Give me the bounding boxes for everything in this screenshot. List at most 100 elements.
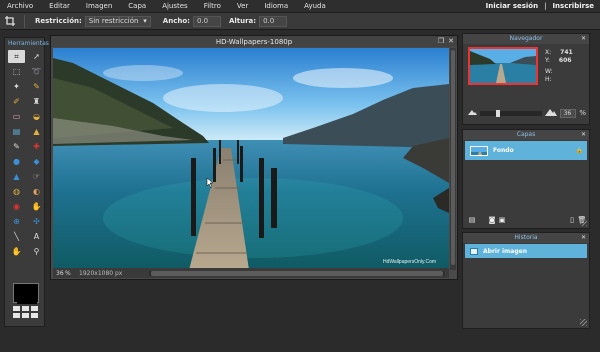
horizontal-scrollbar[interactable] xyxy=(149,270,445,276)
sharpen-icon[interactable]: ▲ xyxy=(8,170,25,183)
zoom-percent: % xyxy=(579,109,586,117)
zoom-input[interactable]: 36 xyxy=(559,108,577,118)
crop-tool-icon xyxy=(0,16,20,26)
smudge-icon[interactable]: ☞ xyxy=(28,170,45,183)
options-bar: Restricción: Sin restricción ▾ Ancho: 0.… xyxy=(0,13,600,30)
close-icon[interactable]: ✕ xyxy=(581,34,586,44)
menu-imagen[interactable]: Imagen xyxy=(78,2,120,10)
image-dimensions: 1920x1080 px xyxy=(79,269,123,277)
bloat-icon[interactable]: ⊕ xyxy=(8,215,25,228)
red-eye-icon[interactable]: ◉ xyxy=(8,200,25,213)
menu-ayuda[interactable]: Ayuda xyxy=(296,2,334,10)
layer-mask-icon[interactable]: ◙ xyxy=(487,215,497,224)
sponge-icon[interactable]: ◍ xyxy=(8,185,25,198)
cursor-coordinates: X: 741 Y: 606 W: H: xyxy=(545,49,573,84)
resize-handle-icon[interactable] xyxy=(580,219,587,226)
crop-icon[interactable]: ⌗ xyxy=(8,50,25,63)
zoom-unit: % xyxy=(65,269,71,277)
menu-archivo[interactable]: Archivo xyxy=(0,2,41,10)
new-folder-icon[interactable]: ▣ xyxy=(497,215,507,224)
history-title-text: Historia xyxy=(514,234,538,241)
navigator-thumbnail[interactable] xyxy=(468,47,538,85)
picker-icon[interactable]: ╲ xyxy=(8,230,25,243)
navigator-zoom: 36 % xyxy=(468,108,586,118)
marquee-icon[interactable]: ⬚ xyxy=(8,65,25,78)
height-field[interactable]: 0.0 xyxy=(259,15,288,27)
vertical-scrollbar[interactable] xyxy=(450,48,456,270)
menu-ajustes[interactable]: Ajustes xyxy=(154,2,196,10)
view-mode-icon[interactable] xyxy=(13,306,38,318)
spot-heal-icon[interactable]: ✚ xyxy=(28,140,45,153)
color-replace-icon[interactable]: ✎ xyxy=(8,140,25,153)
gradient-icon[interactable]: ▤ xyxy=(8,125,25,138)
move-icon[interactable]: ➚ xyxy=(28,50,45,63)
history-panel: Historia ✕ Abrir imagen xyxy=(462,232,590,329)
zoom-in-icon[interactable] xyxy=(544,108,557,118)
account-links: Iniciar sesión | Inscribirse xyxy=(486,2,600,10)
layer-item[interactable]: Fondo 🔒 xyxy=(465,141,587,160)
height-label: Altura: xyxy=(228,17,257,25)
menu-capa[interactable]: Capa xyxy=(120,2,154,10)
restriction-label: Restricción: xyxy=(35,17,82,25)
clone-stamp-icon[interactable]: ♜ xyxy=(28,95,45,108)
layer-name: Fondo xyxy=(493,147,514,154)
register-link[interactable]: Inscribirse xyxy=(552,2,594,10)
menu-filtro[interactable]: Filtro xyxy=(196,2,229,10)
tools-title: Herramientas xyxy=(8,40,49,47)
menu-bar: Archivo Editar Imagen Capa Ajustes Filtr… xyxy=(0,0,600,13)
width-field[interactable]: 0.0 xyxy=(192,15,221,27)
history-item[interactable]: Abrir imagen xyxy=(465,244,587,258)
account-separator: | xyxy=(544,2,547,10)
menu-editar[interactable]: Editar xyxy=(41,2,78,10)
canvas-titlebar[interactable]: HD-Wallpapers-1080p ❐ ✕ xyxy=(51,36,457,47)
pinch-icon[interactable]: ✣ xyxy=(28,215,45,228)
width-label: Ancho: xyxy=(162,17,190,25)
foreground-color-swatch[interactable] xyxy=(17,289,37,304)
lock-icon[interactable]: 🔒 xyxy=(576,147,583,154)
zoom-slider[interactable] xyxy=(480,109,542,117)
history-item-label: Abrir imagen xyxy=(483,247,527,255)
navigator-title: Navegador ✕ xyxy=(463,34,589,44)
layers-title: Capas ✕ xyxy=(463,130,589,140)
burn-icon[interactable]: ✋ xyxy=(28,200,45,213)
brush-icon[interactable]: ✐ xyxy=(8,95,25,108)
restriction-select[interactable]: Sin restricción ▾ xyxy=(84,15,151,27)
layer-buttons: ▤ ◙ ▣ ▯ 🗑 xyxy=(467,215,587,224)
dodge-icon[interactable]: ◐ xyxy=(28,185,45,198)
drop-icon[interactable]: ● xyxy=(8,155,25,168)
zoom-slider-knob[interactable] xyxy=(496,109,500,117)
maximize-icon[interactable]: ❐ xyxy=(438,37,444,45)
canvas-statusbar: 36 % 1920x1080 px xyxy=(53,268,449,278)
wand-icon[interactable]: ✦ xyxy=(8,80,25,93)
y-label: Y: xyxy=(545,57,550,64)
stamp-icon[interactable]: ▲ xyxy=(28,125,45,138)
new-layer-icon[interactable]: ▯ xyxy=(567,215,577,224)
zoom-icon[interactable]: ⚲ xyxy=(28,245,45,258)
menu-ver[interactable]: Ver xyxy=(229,2,256,10)
zoom-out-icon[interactable] xyxy=(468,109,477,117)
tools-panel: Herramientas ⌗ ➚ ⬚ ➰ ✦ ✎ ✐ ♜ ▭ ◒ ▤ ▲ ✎ ✚ ● ◆ ▲ ☞ ◍ ◐ ◉ ✋ ⊕ ✣ ╲ A ✋… xyxy=(4,37,49,327)
close-icon[interactable]: ✕ xyxy=(581,233,586,243)
text-icon[interactable]: A xyxy=(28,230,45,243)
y-value: 606 xyxy=(558,57,572,64)
hand-icon[interactable]: ✋ xyxy=(8,245,25,258)
canvas-image[interactable]: HdWallpapersOnly.Com xyxy=(53,48,449,270)
menu-idioma[interactable]: Idioma xyxy=(256,2,296,10)
w-label: W: xyxy=(545,68,553,75)
h-label: H: xyxy=(545,76,552,83)
close-icon[interactable]: ✕ xyxy=(448,37,454,45)
login-link[interactable]: Iniciar sesión xyxy=(486,2,538,10)
blur-icon[interactable]: ◆ xyxy=(28,155,45,168)
eraser-icon[interactable]: ▭ xyxy=(8,110,25,123)
lasso-icon[interactable]: ➰ xyxy=(28,65,45,78)
bucket-icon[interactable]: ◒ xyxy=(28,110,45,123)
pencil-icon[interactable]: ✎ xyxy=(28,80,45,93)
close-icon[interactable]: ✕ xyxy=(581,130,586,140)
tools-grid: ⌗ ➚ ⬚ ➰ ✦ ✎ ✐ ♜ ▭ ◒ ▤ ▲ ✎ ✚ ● ◆ ▲ ☞ ◍ ◐ ◉ ✋ ⊕ ✣ ╲ A ✋ ⚲ xyxy=(5,48,44,260)
layer-settings-icon[interactable]: ▤ xyxy=(467,215,477,224)
resize-handle-icon[interactable] xyxy=(580,319,587,326)
zoom-value[interactable]: 36 xyxy=(53,270,65,277)
document-icon xyxy=(470,247,478,255)
layers-panel: Capas ✕ Fondo 🔒 ▤ ◙ ▣ ▯ 🗑 xyxy=(462,129,590,229)
divider xyxy=(24,14,25,28)
